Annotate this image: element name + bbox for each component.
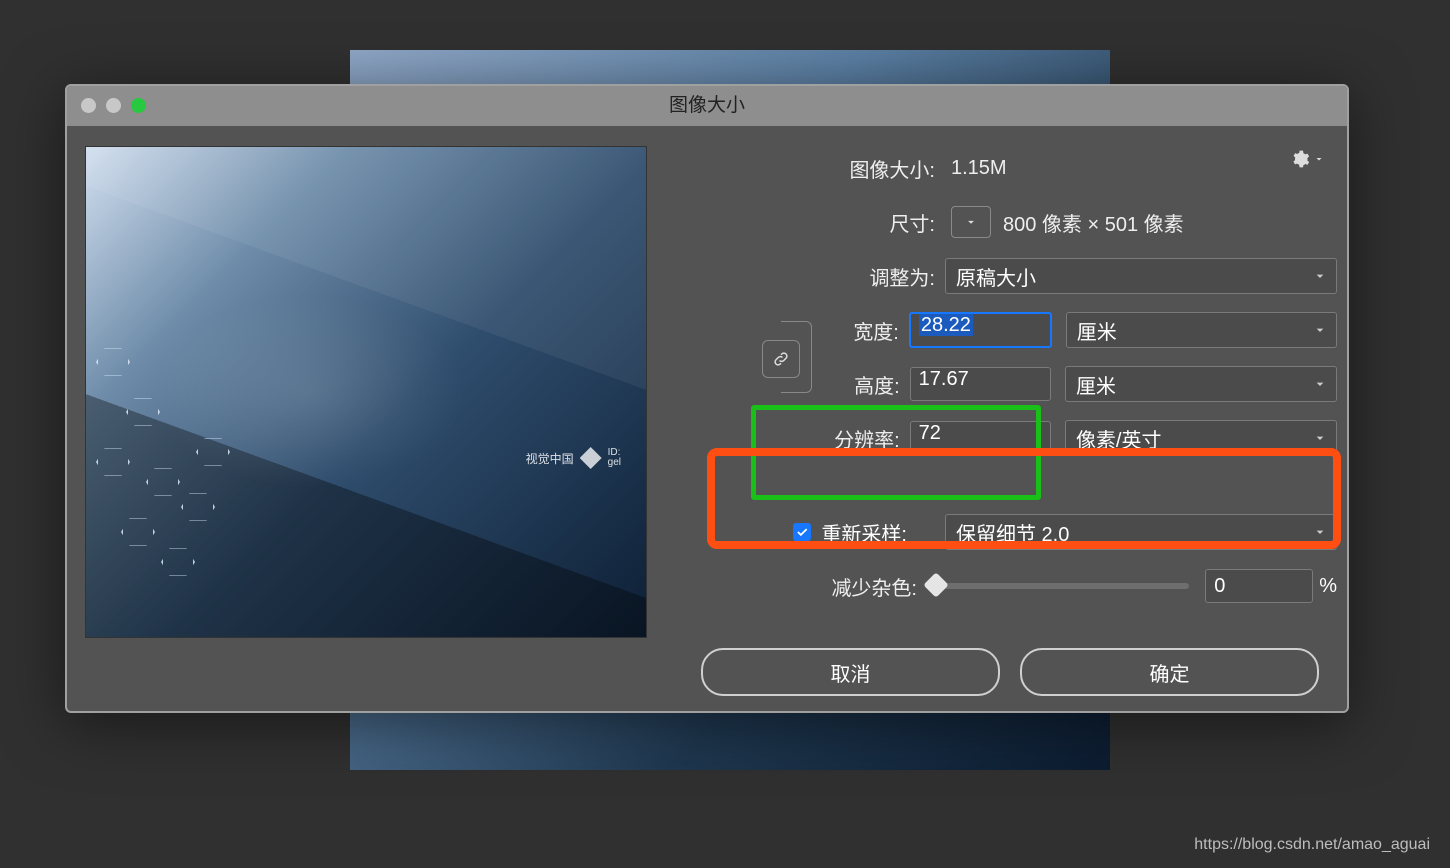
fit-to-row: 调整为: 原稿大小 (667, 249, 1337, 303)
watermark-logo-icon (580, 447, 602, 469)
stock-watermark: 视觉中国 ID: gel (526, 447, 621, 469)
image-size-dialog: 图像大小 视觉中国 ID: gel 图像大小: 1.15M 尺寸: (65, 84, 1349, 713)
ok-button[interactable]: 确定 (1020, 648, 1319, 696)
minimize-window-button[interactable] (106, 98, 121, 113)
slider-thumb[interactable] (923, 572, 948, 597)
chevron-down-icon (1312, 321, 1328, 344)
watermark-id-value: gel (608, 458, 621, 469)
reduce-noise-value-input[interactable]: 0 (1205, 569, 1313, 603)
dimensions-row: 尺寸: 800 像素 × 501 像素 (667, 195, 1337, 249)
image-size-value: 1.15M (951, 157, 1007, 180)
width-input[interactable]: 28.22 (909, 312, 1052, 348)
overlay-hexagon-icon (181, 492, 215, 522)
resample-label: 重新采样: (821, 518, 907, 547)
dimensions-unit-dropdown[interactable] (951, 206, 991, 238)
dimensions-label: 尺寸: (667, 208, 945, 237)
resolution-label: 分辨率: (667, 424, 910, 453)
overlay-hexagon-icon (126, 397, 160, 427)
resample-method-select[interactable]: 保留细节 2.0 (945, 514, 1337, 550)
resolution-unit-select[interactable]: 像素/英寸 (1065, 420, 1337, 456)
resolution-input[interactable]: 72 (910, 421, 1051, 455)
overlay-hexagon-icon (121, 517, 155, 547)
image-size-label: 图像大小: (667, 154, 945, 183)
window-controls (81, 98, 146, 113)
reduce-noise-label: 减少杂色: (667, 572, 927, 601)
resample-row: 重新采样: 保留细节 2.0 (667, 505, 1337, 559)
chevron-down-icon (1312, 375, 1328, 398)
width-unit-value: 厘米 (1077, 316, 1117, 345)
chevron-down-icon (1312, 523, 1328, 546)
settings-menu-button[interactable] (1290, 149, 1325, 169)
overlay-hexagon-icon (196, 437, 230, 467)
height-unit-select[interactable]: 厘米 (1065, 366, 1337, 402)
resolution-row: 分辨率: 72 像素/英寸 (667, 411, 1337, 465)
preview-image: 视觉中国 ID: gel (85, 146, 647, 638)
fit-to-select[interactable]: 原稿大小 (945, 258, 1337, 294)
dialog-buttons: 取消 确定 (667, 648, 1319, 696)
zoom-window-button[interactable] (131, 98, 146, 113)
window-title: 图像大小 (669, 95, 745, 116)
height-unit-value: 厘米 (1076, 370, 1116, 399)
resolution-unit-value: 像素/英寸 (1076, 424, 1162, 453)
overlay-hexagon-icon (96, 447, 130, 477)
cancel-button[interactable]: 取消 (701, 648, 1000, 696)
titlebar: 图像大小 (67, 86, 1347, 126)
watermark-brand: 视觉中国 (526, 450, 574, 467)
resample-method-value: 保留细节 2.0 (956, 518, 1069, 547)
overlay-hexagon-icon (161, 547, 195, 577)
overlay-hexagon-icon (146, 467, 180, 497)
fit-to-value: 原稿大小 (956, 262, 1036, 291)
percent-suffix: % (1319, 575, 1337, 598)
chevron-down-icon (1312, 429, 1328, 452)
width-unit-select[interactable]: 厘米 (1066, 312, 1337, 348)
overlay-hexagon-icon (96, 347, 130, 377)
settings-panel: 图像大小: 1.15M 尺寸: 800 像素 × 501 像素 调整为: 原稿大… (667, 141, 1337, 696)
reduce-noise-row: 减少杂色: 0 % (667, 559, 1337, 613)
resample-checkbox[interactable] (793, 523, 811, 541)
image-size-row: 图像大小: 1.15M (667, 141, 1337, 195)
link-icon-button[interactable] (762, 340, 800, 378)
constrain-proportions-link (781, 321, 812, 393)
chevron-down-icon (1312, 267, 1328, 290)
reduce-noise-slider[interactable] (927, 583, 1189, 589)
fit-to-label: 调整为: (667, 262, 945, 291)
close-window-button[interactable] (81, 98, 96, 113)
dimensions-value: 800 像素 × 501 像素 (1003, 208, 1184, 237)
source-credit: https://blog.csdn.net/amao_aguai (1194, 836, 1430, 854)
height-input[interactable]: 17.67 (910, 367, 1051, 401)
